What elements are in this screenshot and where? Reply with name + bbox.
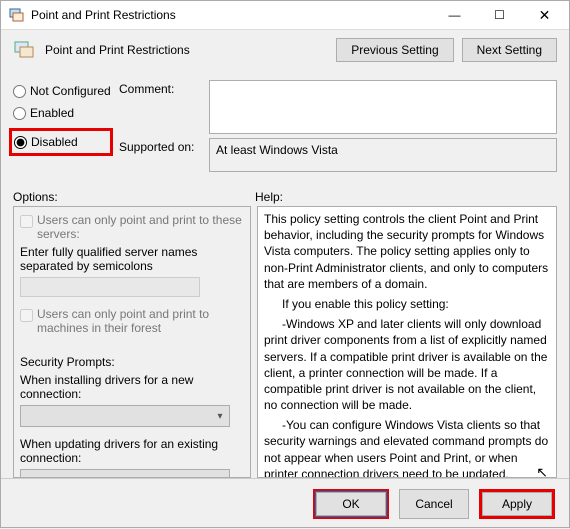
previous-setting-button[interactable]: Previous Setting (336, 38, 453, 62)
minimize-button[interactable]: — (432, 1, 477, 29)
help-panel: This policy setting controls the client … (257, 206, 557, 478)
window-controls: — ☐ ✕ (432, 1, 567, 29)
checkbox-forest-only (20, 309, 33, 322)
install-drivers-combo: ▾ (20, 405, 230, 427)
enter-server-names-label: Enter fully qualified server names separ… (20, 245, 244, 273)
chevron-down-icon: ▾ (211, 475, 229, 479)
window-title: Point and Print Restrictions (31, 8, 432, 22)
checkbox-forest-label: Users can only point and print to machin… (37, 307, 244, 335)
titlebar: Point and Print Restrictions — ☐ ✕ (1, 1, 569, 30)
help-text: This policy setting controls the client … (264, 211, 550, 292)
next-setting-button[interactable]: Next Setting (462, 38, 557, 62)
app-icon (9, 7, 25, 23)
footer: OK Cancel Apply (1, 478, 569, 529)
gp-dialog: Point and Print Restrictions — ☐ ✕ Point… (0, 0, 570, 528)
radio-not-configured[interactable] (13, 85, 26, 98)
ok-button[interactable]: OK (316, 492, 386, 516)
policy-title: Point and Print Restrictions (45, 43, 336, 57)
chevron-down-icon: ▾ (211, 411, 229, 422)
security-prompts-heading: Security Prompts: (20, 355, 244, 369)
comment-textarea[interactable] (209, 80, 557, 134)
options-heading: Options: (13, 190, 245, 204)
label-not-configured: Not Configured (30, 84, 111, 98)
help-text: -Windows XP and later clients will only … (264, 316, 550, 413)
label-disabled: Disabled (31, 135, 78, 149)
help-text: -You can configure Windows Vista clients… (264, 417, 550, 478)
cancel-button[interactable]: Cancel (399, 489, 469, 519)
server-names-input (20, 277, 200, 297)
labels-row: Options: Help: (1, 182, 569, 206)
help-text: If you enable this policy setting: (264, 296, 550, 312)
update-drivers-combo: ▾ (20, 469, 230, 478)
update-drivers-label: When updating drivers for an existing co… (20, 437, 244, 465)
state-radios: Not Configured Enabled Disabled (13, 80, 113, 172)
help-heading: Help: (255, 190, 283, 204)
radio-disabled[interactable] (14, 136, 27, 149)
lower-area: Users can only point and print to these … (1, 206, 569, 478)
options-panel: Users can only point and print to these … (13, 206, 251, 478)
checkbox-servers-only (20, 215, 33, 228)
apply-button[interactable]: Apply (482, 492, 552, 516)
label-enabled: Enabled (30, 106, 74, 120)
install-drivers-label: When installing drivers for a new connec… (20, 373, 244, 401)
supported-label: Supported on: (119, 138, 201, 172)
supported-on-value: At least Windows Vista (209, 138, 557, 172)
comment-label: Comment: (119, 80, 201, 134)
close-button[interactable]: ✕ (522, 1, 567, 29)
config-area: Not Configured Enabled Disabled Comment:… (1, 74, 569, 174)
radio-enabled[interactable] (13, 107, 26, 120)
checkbox-servers-label: Users can only point and print to these … (37, 213, 244, 241)
header-row: Point and Print Restrictions Previous Se… (1, 30, 569, 66)
policy-icon (13, 38, 37, 62)
maximize-button[interactable]: ☐ (477, 1, 522, 29)
